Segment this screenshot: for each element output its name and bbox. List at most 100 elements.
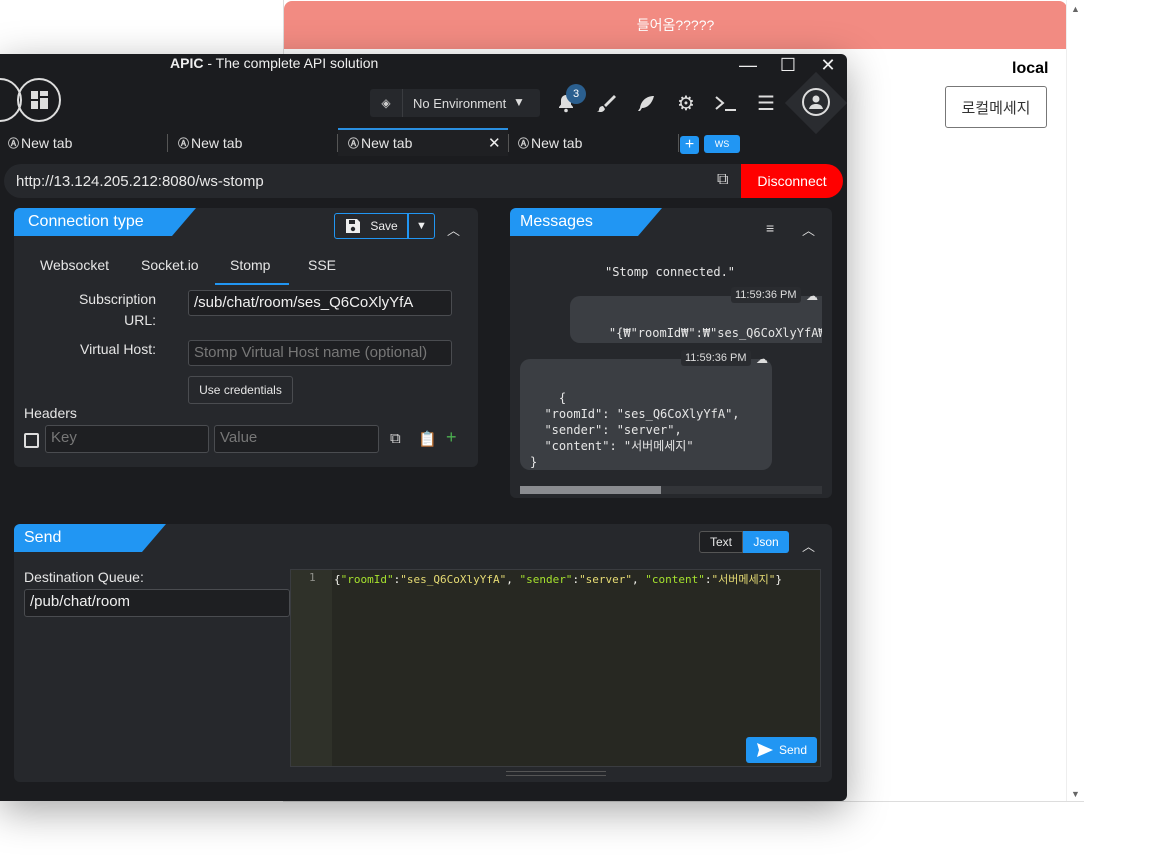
header-checkbox[interactable] <box>24 433 39 448</box>
message-time: 11:59:36 PM <box>731 287 801 303</box>
type-tab-stomp[interactable]: Stomp <box>230 257 270 273</box>
tab-3-active[interactable]: Ⓐ New tab <box>338 128 508 156</box>
json-string: "server" <box>579 573 633 586</box>
disconnect-button[interactable]: Disconnect <box>741 164 843 198</box>
tab-4[interactable]: Ⓐ New tab <box>518 128 582 158</box>
copy-icon[interactable]: ⧉ <box>717 171 728 189</box>
virtual-host-input[interactable]: Stomp Virtual Host name (optional) <box>188 340 452 366</box>
url-input[interactable]: http://13.124.205.212:8080/ws-stomp <box>16 173 264 190</box>
download-cloud-icon[interactable]: ☁ <box>806 289 818 303</box>
virtual-host-label: Virtual Host: <box>80 341 156 357</box>
editor-gutter <box>291 570 332 766</box>
close-tab-icon[interactable]: ✕ <box>488 134 501 152</box>
apic-logo-icon: Ⓐ <box>178 138 189 150</box>
minimize-button[interactable]: — <box>733 54 763 76</box>
save-button[interactable]: Save <box>334 213 408 239</box>
menu-icon[interactable]: ☰ <box>753 90 779 116</box>
feather-icon[interactable] <box>633 90 659 116</box>
chevron-down-icon: ▼ <box>416 220 427 232</box>
mode-text-button[interactable]: Text <box>699 531 743 553</box>
save-label: Save <box>370 219 398 233</box>
code-comma: , <box>506 573 520 586</box>
scroll-up-icon[interactable]: ▲ <box>1071 4 1080 14</box>
type-tab-socketio[interactable]: Socket.io <box>141 257 199 273</box>
title-text: - The complete API solution <box>203 55 379 71</box>
environment-label: No Environment <box>413 96 507 111</box>
add-tab-button[interactable]: + <box>680 136 699 154</box>
mode-json-button[interactable]: Json <box>743 531 789 553</box>
tab-ws-label: WS <box>714 139 730 149</box>
send-label: Send <box>778 743 808 757</box>
code-line: {"roomId":"ses_Q6CoXlyYfA", "sender":"se… <box>334 571 782 587</box>
terminal-icon[interactable] <box>713 90 739 116</box>
layers-icon: ◈ <box>370 89 403 117</box>
header-value-input[interactable]: Value <box>214 425 379 453</box>
tab-label: New tab <box>361 135 413 151</box>
json-key: "content" <box>645 573 705 586</box>
clear-messages-icon[interactable]: ≡ <box>766 220 774 236</box>
user-avatar-icon[interactable] <box>802 88 830 116</box>
gear-icon[interactable]: ⚙ <box>673 90 699 116</box>
header-key-input[interactable]: Key <box>45 425 209 453</box>
maximize-button[interactable]: ☐ <box>773 54 803 76</box>
type-tab-sse[interactable]: SSE <box>308 257 336 273</box>
message-text: "{₩"roomId₩":₩"ses_Q6CoXlyYfA₩", ₩"sende… <box>608 326 822 340</box>
dashboard-icon <box>31 91 48 109</box>
tab-label: New tab <box>21 135 73 151</box>
title-brand: APIC <box>170 55 204 71</box>
notification-badge: 3 <box>566 84 586 104</box>
environment-select[interactable]: ◈ No Environment ▼ <box>370 89 540 117</box>
destination-queue-input[interactable]: /pub/chat/room <box>24 589 290 617</box>
tab-label: New tab <box>531 135 583 151</box>
json-string: "ses_Q6CoXlyYfA" <box>400 573 507 586</box>
send-button[interactable]: Send <box>746 737 817 763</box>
save-options-button[interactable]: ▼ <box>408 213 435 239</box>
json-key: "sender" <box>519 573 573 586</box>
apic-window: APIC - The complete API solution — ☐ ✕ ◈… <box>0 54 847 801</box>
headers-label: Headers <box>24 405 77 421</box>
notification-banner: 들어옴????? <box>284 1 1067 49</box>
add-header-icon[interactable]: + <box>446 427 457 448</box>
clipboard-icon[interactable]: 📋 <box>418 430 437 448</box>
code-comma: , <box>632 573 646 586</box>
collapse-send-icon[interactable]: ︿ <box>802 536 815 555</box>
use-credentials-button[interactable]: Use credentials <box>188 376 293 404</box>
message-time: 11:59:36 PM <box>681 350 751 366</box>
copy-header-icon[interactable]: ⧉ <box>390 430 401 447</box>
add-ws-tab-button[interactable]: WS <box>704 135 740 153</box>
code-brace: { <box>334 573 341 586</box>
apic-logo-icon: Ⓐ <box>8 138 19 150</box>
messages-panel-title: Messages <box>510 208 662 236</box>
send-panel-title: Send <box>14 524 166 552</box>
environment-label: local <box>1012 60 1049 77</box>
apic-logo-icon: Ⓐ <box>348 138 359 150</box>
resize-handle[interactable] <box>506 771 606 776</box>
messages-hscroll-thumb[interactable] <box>520 486 661 494</box>
title-bar: APIC - The complete API solution — ☐ ✕ <box>0 54 847 76</box>
type-tab-websocket[interactable]: Websocket <box>40 257 109 273</box>
subscription-label: Subscription <box>78 291 156 307</box>
brush-icon[interactable] <box>593 90 619 116</box>
message-bubble-received[interactable]: { "roomId": "ses_Q6CoXlyYfA", "sender": … <box>520 359 772 470</box>
line-number: 1 <box>309 571 316 584</box>
message-bubble-sent[interactable]: "{₩"roomId₩":₩"ses_Q6CoXlyYfA₩", ₩"sende… <box>570 296 822 343</box>
json-editor[interactable]: 1 {"roomId":"ses_Q6CoXlyYfA", "sender":"… <box>290 569 821 767</box>
download-cloud-icon[interactable]: ☁ <box>756 352 768 366</box>
tab-2[interactable]: Ⓐ New tab <box>178 128 242 158</box>
tab-separator <box>678 134 679 152</box>
page-scrollbar[interactable]: ▲ ▼ <box>1066 0 1084 801</box>
connection-panel-title: Connection type <box>14 208 196 236</box>
subscription-url-input[interactable]: /sub/chat/room/ses_Q6CoXlyYfA <box>188 290 452 316</box>
tab-1[interactable]: Ⓐ New tab <box>8 128 72 158</box>
collapse-connection-icon[interactable]: ︿ <box>447 220 460 239</box>
destination-queue-label: Destination Queue: <box>24 569 144 585</box>
local-message-button[interactable]: 로컬메세지 <box>945 86 1047 128</box>
collapse-messages-icon[interactable]: ︿ <box>802 220 815 239</box>
apic-logo-icon: Ⓐ <box>518 138 529 150</box>
message-text: { "roomId": "ses_Q6CoXlyYfA", "sender": … <box>530 391 740 469</box>
dashboard-button[interactable] <box>17 78 61 122</box>
scroll-down-icon[interactable]: ▼ <box>1071 789 1080 799</box>
subscription-label-url: URL: <box>124 312 156 328</box>
window-title: APIC - The complete API solution <box>170 55 378 71</box>
code-colon: : <box>704 573 712 586</box>
